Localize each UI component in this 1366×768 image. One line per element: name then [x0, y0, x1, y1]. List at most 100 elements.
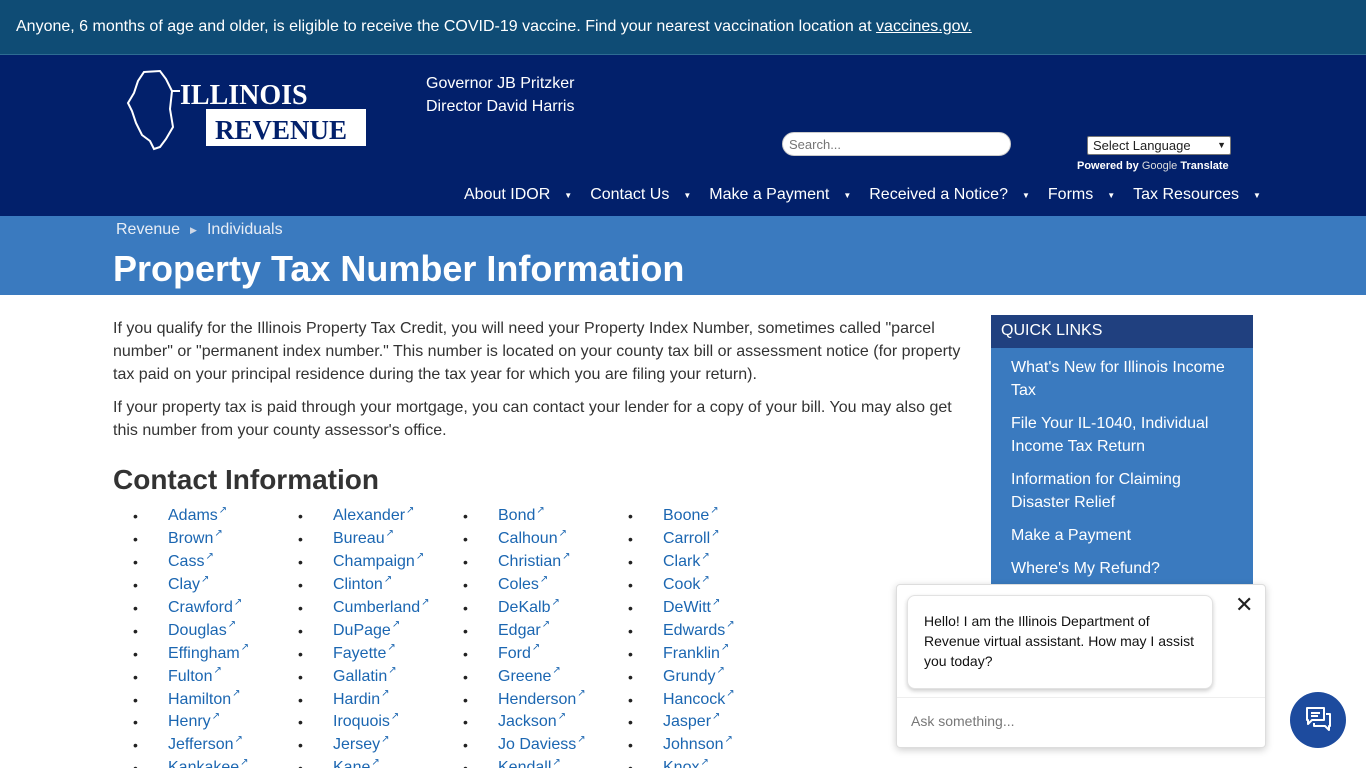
bullet: •	[133, 622, 138, 639]
search-input[interactable]	[782, 132, 1011, 156]
county-link[interactable]: Grundy	[663, 668, 715, 686]
county-link[interactable]: DeKalb	[498, 599, 550, 617]
county-link[interactable]: Hamilton	[168, 691, 231, 709]
external-link-icon: ↗	[541, 619, 551, 631]
language-select[interactable]: Select Language ▼	[1087, 136, 1231, 155]
external-link-icon: ↗	[381, 688, 390, 700]
county-link[interactable]: Cumberland	[333, 599, 420, 617]
bullet: •	[133, 737, 138, 754]
county-link[interactable]: Greene	[498, 668, 551, 686]
county-link[interactable]: Edwards	[663, 622, 725, 640]
county-link[interactable]: Clark	[663, 553, 700, 571]
county-item: • Coles ↗	[463, 574, 628, 597]
nav-forms[interactable]: Forms ▼	[1048, 186, 1115, 204]
county-link[interactable]: Alexander	[333, 507, 405, 525]
county-link[interactable]: Kendall	[498, 759, 551, 768]
translate-label[interactable]: Translate	[1180, 160, 1228, 172]
bullet: •	[628, 668, 633, 685]
quick-link-whats-new[interactable]: What's New for Illinois Income Tax	[991, 352, 1253, 408]
county-link[interactable]: DuPage	[333, 622, 391, 640]
quick-link-wheres-my-refund[interactable]: Where's My Refund?	[991, 553, 1253, 585]
county-link[interactable]: Jasper	[663, 713, 711, 731]
vaccines-link[interactable]: vaccines.gov.	[876, 18, 972, 35]
county-link[interactable]: Ford	[498, 645, 531, 663]
bullet: •	[463, 622, 468, 639]
county-link[interactable]: Jackson	[498, 713, 557, 731]
nav-tax-resources[interactable]: Tax Resources ▼	[1133, 186, 1261, 204]
county-link[interactable]: Effingham	[168, 645, 240, 663]
external-link-icon: ↗	[577, 733, 586, 745]
county-link[interactable]: Carroll	[663, 530, 710, 548]
nav-contact-us[interactable]: Contact Us ▼	[590, 186, 691, 204]
bullet: •	[298, 668, 303, 685]
county-link[interactable]: Henry	[168, 713, 211, 731]
county-item: •Kendall↗	[463, 757, 628, 768]
county-item: • Grundy ↗	[628, 665, 753, 688]
county-link[interactable]: Fayette	[333, 645, 386, 663]
county-link[interactable]: Clay	[168, 576, 200, 594]
county-link[interactable]: Champaign	[333, 553, 415, 571]
external-link-icon: ↗	[371, 756, 380, 768]
external-link-icon: ↗	[701, 573, 710, 585]
county-link[interactable]: Knox	[663, 759, 699, 768]
bullet: •	[463, 577, 468, 594]
quick-link-file-il-1040[interactable]: File Your IL-1040, Individual Income Tax…	[991, 408, 1253, 464]
county-link[interactable]: Franklin	[663, 645, 720, 663]
external-link-icon: ↗	[536, 505, 545, 516]
county-link[interactable]: Bond	[498, 507, 535, 525]
county-link[interactable]: Bureau	[333, 530, 385, 548]
breadcrumb-individuals[interactable]: Individuals	[207, 221, 283, 239]
county-item: • Douglas ↗	[133, 619, 298, 642]
bullet: •	[133, 554, 138, 571]
close-icon[interactable]: ✕	[1235, 594, 1253, 616]
chat-toggle-button[interactable]	[1290, 692, 1346, 748]
county-link[interactable]: Iroquois	[333, 713, 390, 731]
county-item: • Brown ↗	[133, 528, 298, 551]
external-link-icon: ↗	[577, 688, 586, 700]
county-link[interactable]: Crawford	[168, 599, 233, 617]
nav-received-a-notice[interactable]: Received a Notice? ▼	[869, 186, 1030, 204]
bullet: •	[463, 737, 468, 754]
county-item: • Gallatin ↗	[298, 665, 463, 688]
county-link[interactable]: Christian	[498, 553, 561, 571]
bullet: •	[298, 577, 303, 594]
county-link[interactable]: Coles	[498, 576, 539, 594]
illinois-revenue-logo[interactable]: ILLINOIS REVENUE	[126, 69, 368, 151]
nav-about-idor[interactable]: About IDOR ▼	[464, 186, 572, 204]
county-link[interactable]: Edgar	[498, 622, 541, 640]
county-link[interactable]: Jo Daviess	[498, 736, 576, 754]
county-link[interactable]: Clinton	[333, 576, 383, 594]
county-link[interactable]: Adams	[168, 507, 218, 525]
quick-link-make-payment[interactable]: Make a Payment	[991, 520, 1253, 553]
county-link[interactable]: Brown	[168, 530, 213, 548]
external-link-icon: ↗	[233, 596, 243, 608]
county-item: • Ford ↗	[463, 642, 628, 665]
google-label: Google	[1141, 160, 1178, 172]
bullet: •	[298, 508, 303, 525]
breadcrumb: Revenue ▶ Individuals	[116, 221, 283, 239]
chat-input[interactable]: Ask something...	[897, 697, 1265, 747]
breadcrumb-revenue[interactable]: Revenue	[116, 221, 180, 239]
county-link[interactable]: Fulton	[168, 668, 212, 686]
bullet: •	[133, 531, 138, 548]
county-link[interactable]: Henderson	[498, 691, 576, 709]
title-banner: Revenue ▶ Individuals Property Tax Numbe…	[0, 216, 1366, 295]
county-link[interactable]: Kane	[333, 759, 370, 768]
county-link[interactable]: Boone	[663, 507, 709, 525]
county-link[interactable]: DeWitt	[663, 599, 711, 617]
county-link[interactable]: Cass	[168, 553, 204, 571]
county-link[interactable]: Calhoun	[498, 530, 558, 548]
county-link[interactable]: Jefferson	[168, 736, 234, 754]
nav-label: Received a Notice?	[869, 186, 1008, 203]
nav-make-a-payment[interactable]: Make a Payment ▼	[709, 186, 851, 204]
county-link[interactable]: Jersey	[333, 736, 380, 754]
county-link[interactable]: Douglas	[168, 622, 227, 640]
county-link[interactable]: Johnson	[663, 736, 724, 754]
external-link-icon: ↗	[562, 550, 571, 562]
quick-link-disaster-relief[interactable]: Information for Claiming Disaster Relief	[991, 464, 1253, 520]
county-link[interactable]: Cook	[663, 576, 700, 594]
county-link[interactable]: Hancock	[663, 691, 725, 709]
county-link[interactable]: Gallatin	[333, 668, 387, 686]
county-link[interactable]: Kankakee	[168, 759, 239, 768]
county-link[interactable]: Hardin	[333, 691, 380, 709]
